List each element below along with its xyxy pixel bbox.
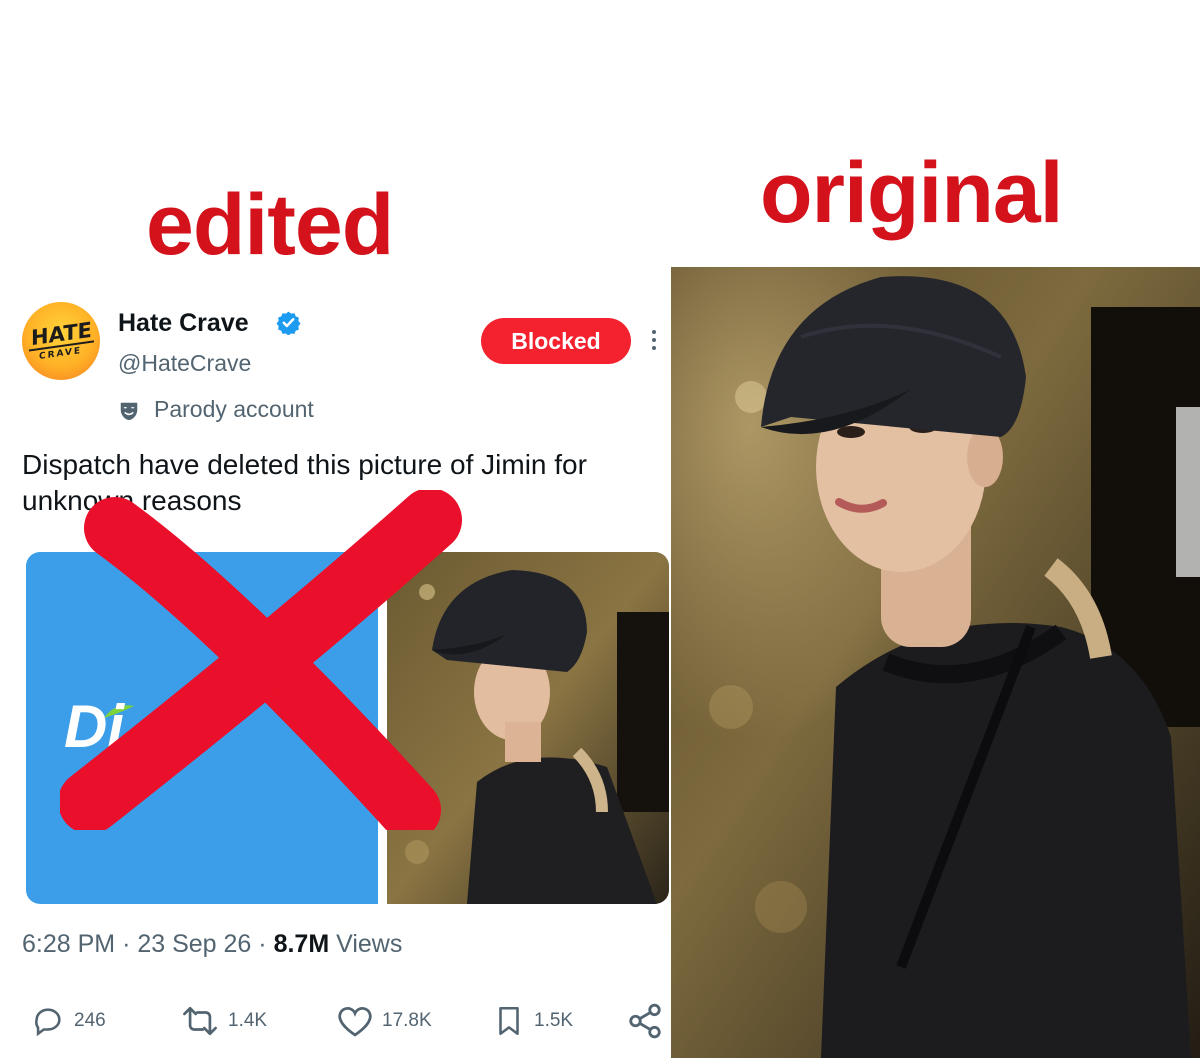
reply-icon [35, 1008, 61, 1037]
repost-button[interactable]: 1.4K [180, 1002, 267, 1040]
verified-badge-icon [276, 311, 301, 335]
original-label: original [760, 145, 1064, 241]
display-name[interactable]: Hate Crave [118, 309, 249, 338]
like-button[interactable]: 17.8K [336, 1002, 432, 1040]
views-count: 8.7M [273, 930, 330, 958]
avatar[interactable]: HATE CRAVE [22, 302, 100, 380]
avatar-text-hate: HATE [28, 317, 94, 352]
share-button[interactable] [626, 1002, 664, 1040]
meta-separator: · [122, 930, 131, 958]
tweet-date[interactable]: 23 Sep 26 [137, 930, 251, 958]
jimin-photo-large [671, 267, 1200, 1058]
meta-separator: · [258, 930, 267, 958]
heart-icon [338, 1007, 372, 1037]
tweet-meta: 6:28 PM · 23 Sep 26 · 8.7M Views [22, 930, 402, 959]
bookmark-icon [499, 1006, 519, 1036]
original-photo [671, 267, 1200, 1058]
share-icon [629, 1003, 661, 1039]
parody-account-label: Parody account [154, 396, 314, 422]
views-label: Views [336, 930, 403, 958]
bookmark-button[interactable]: 1.5K [492, 1002, 573, 1040]
parody-mask-icon [120, 402, 138, 421]
tweet-time[interactable]: 6:28 PM [22, 930, 115, 958]
reply-count: 246 [74, 1010, 106, 1031]
repost-icon [183, 1006, 217, 1036]
edited-label: edited [146, 177, 394, 273]
like-count: 17.8K [382, 1010, 432, 1031]
reply-button[interactable]: 246 [30, 1002, 106, 1040]
handle[interactable]: @HateCrave [118, 350, 251, 377]
repost-count: 1.4K [228, 1010, 268, 1031]
blocked-button[interactable]: Blocked [481, 318, 631, 364]
more-options-icon[interactable] [648, 326, 660, 356]
red-cross-mark-icon [60, 490, 462, 830]
bookmark-count: 1.5K [534, 1010, 574, 1031]
